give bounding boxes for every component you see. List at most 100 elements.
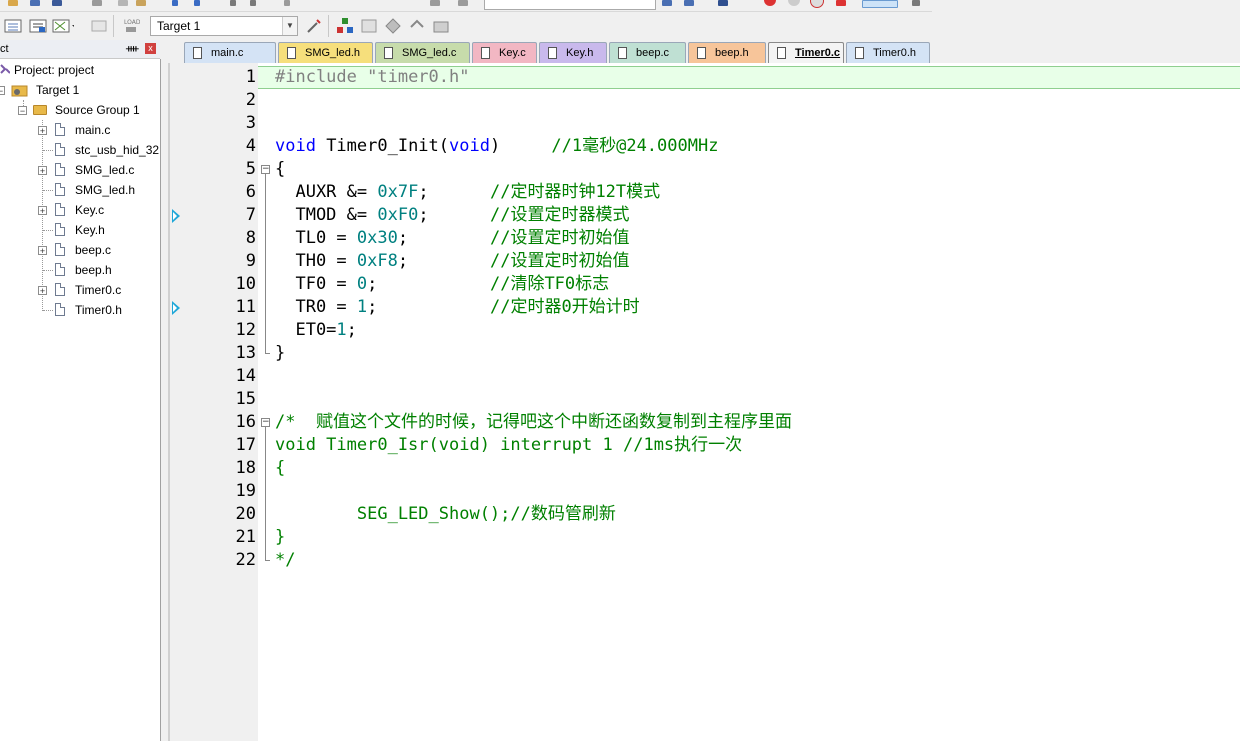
tree-project-root[interactable]: Project: project (0, 60, 160, 80)
find-combo[interactable] (484, 0, 656, 10)
collapse-icon[interactable]: − (18, 106, 27, 116)
tab-key-h[interactable]: Key.h (539, 42, 607, 63)
code-line[interactable]: 2 (168, 89, 1240, 112)
code-line[interactable]: 7 TMOD &= 0xF0; //设置定时器模式 (168, 204, 1240, 227)
nav-forward-icon[interactable] (250, 0, 256, 6)
diamond-icon[interactable] (382, 15, 404, 37)
code-line[interactable]: 20 SEG_LED_Show();//数码管刷新 (168, 503, 1240, 526)
tab-timer0-c[interactable]: Timer0.c (768, 42, 844, 63)
cut-icon[interactable] (92, 0, 102, 6)
collapse-icon[interactable]: − (0, 86, 5, 96)
code-line[interactable]: 15 (168, 388, 1240, 411)
code-line[interactable]: 17 void Timer0_Isr(void) interrupt 1 //1m… (168, 434, 1240, 457)
tab-smg-led-c[interactable]: SMG_led.c (375, 42, 470, 63)
breakpoint-icon[interactable] (788, 0, 800, 6)
code-token: ; (397, 251, 490, 271)
find-icon[interactable] (662, 0, 672, 6)
redo-icon[interactable] (194, 0, 200, 6)
paste-icon[interactable] (136, 0, 146, 6)
search-icon[interactable] (718, 0, 728, 6)
code-token: ; (418, 182, 490, 202)
code-line[interactable]: 14 (168, 365, 1240, 388)
tree-file-item[interactable]: + SMG_led.c (0, 160, 160, 180)
code-text: { (275, 457, 285, 480)
expand-icon[interactable]: + (38, 246, 47, 256)
tab-key-c[interactable]: Key.c (472, 42, 537, 63)
tree-file-item[interactable]: + Timer0.c (0, 280, 160, 300)
debug-icon[interactable] (764, 0, 776, 6)
pack-installer-icon[interactable] (430, 15, 452, 37)
tab-beep-c[interactable]: beep.c (609, 42, 686, 63)
expand-icon[interactable]: + (38, 126, 47, 136)
save-icon[interactable] (52, 0, 62, 6)
arrow-icon[interactable] (406, 15, 428, 37)
settings-icon[interactable] (912, 0, 920, 6)
line-number: 11 (235, 297, 256, 317)
panel-splitter[interactable] (161, 40, 168, 741)
tree-target[interactable]: − Target 1 (0, 80, 160, 100)
code-line[interactable]: 9 TH0 = 0xF8; //设置定时初始值 (168, 250, 1240, 273)
tree-file-item[interactable]: Key.h (0, 220, 160, 240)
code-line[interactable]: 18 { (168, 457, 1240, 480)
download-icon[interactable]: LOAD (120, 15, 142, 37)
comment-icon[interactable] (458, 0, 468, 6)
tree-file-item[interactable]: + beep.c (0, 240, 160, 260)
bookmark-icon[interactable] (284, 0, 290, 6)
expand-icon[interactable]: + (38, 166, 47, 176)
fold-toggle-icon[interactable]: − (261, 418, 270, 427)
bookmark-arrow-icon[interactable] (172, 301, 180, 315)
code-line[interactable]: 3 (168, 112, 1240, 135)
open-file-icon[interactable] (30, 0, 40, 6)
tree-file-item[interactable]: stc_usb_hid_32.l (0, 140, 160, 160)
line-number: 15 (235, 389, 256, 409)
pin-icon[interactable]: ᚓ (126, 40, 139, 58)
build-icon[interactable] (27, 15, 49, 37)
target-select[interactable]: Target 1 ▼ (150, 16, 298, 36)
batch-build-icon[interactable] (88, 15, 110, 37)
close-icon[interactable]: x (145, 43, 156, 54)
code-line[interactable]: 6 AUXR &= 0x7F; //定时器时钟12T模式 (168, 181, 1240, 204)
tree-file-item[interactable]: + main.c (0, 120, 160, 140)
new-file-icon[interactable] (8, 0, 18, 6)
indent-icon[interactable] (430, 0, 440, 6)
tree-group[interactable]: − Source Group 1 (0, 100, 160, 120)
tab-main-c[interactable]: main.c (184, 42, 276, 63)
copy-icon[interactable] (118, 0, 128, 6)
code-line[interactable]: 11 TR0 = 1; //定时器0开始计时 (168, 296, 1240, 319)
undo-icon[interactable] (172, 0, 178, 6)
code-line[interactable]: 1 #include "timer0.h" (168, 66, 1240, 89)
expand-icon[interactable]: + (38, 286, 47, 296)
expand-icon[interactable]: + (38, 206, 47, 216)
manage-project-icon[interactable] (334, 15, 356, 37)
code-line[interactable]: 10 TF0 = 0; //清除TF0标志 (168, 273, 1240, 296)
window-layout-icon[interactable] (862, 0, 898, 8)
tab-beep-h[interactable]: beep.h (688, 42, 766, 63)
code-line[interactable]: 8 TL0 = 0x30; //设置定时初始值 (168, 227, 1240, 250)
code-line[interactable]: 5{ (168, 158, 1240, 181)
file-extensions-icon[interactable] (358, 15, 380, 37)
fold-toggle-icon[interactable]: − (261, 165, 270, 174)
target-options-icon[interactable] (303, 15, 325, 37)
nav-back-icon[interactable] (230, 0, 236, 6)
code-line[interactable]: 16 /* 赋值这个文件的时候，记得吧这个中断还函数复制到主程序里面 (168, 411, 1240, 434)
tree-file-item[interactable]: SMG_led.h (0, 180, 160, 200)
code-line[interactable]: 22 */ (168, 549, 1240, 572)
code-line[interactable]: 21} (168, 526, 1240, 549)
bookmark-arrow-icon[interactable] (172, 209, 180, 223)
kill-breakpoints-icon[interactable] (836, 0, 846, 6)
code-editor[interactable]: 1 #include "timer0.h" 2 3 4 void Timer0_Init(… (168, 63, 1240, 741)
code-line[interactable]: 4 void Timer0_Init(void) //1毫秒@24.000MHz (168, 135, 1240, 158)
tree-file-label: beep.h (75, 263, 112, 277)
tree-file-item[interactable]: Timer0.h (0, 300, 160, 320)
disable-breakpoint-icon[interactable] (810, 0, 824, 8)
rebuild-icon[interactable] (52, 15, 74, 37)
code-line[interactable]: 19 (168, 480, 1240, 503)
tree-file-item[interactable]: + Key.c (0, 200, 160, 220)
translate-icon[interactable] (2, 15, 24, 37)
tab-smg-led-h[interactable]: SMG_led.h (278, 42, 373, 63)
find-in-files-icon[interactable] (684, 0, 694, 6)
tab-timer0-h[interactable]: Timer0.h (846, 42, 930, 63)
code-line[interactable]: 12 ET0=1; (168, 319, 1240, 342)
code-line[interactable]: 13} (168, 342, 1240, 365)
tree-file-item[interactable]: beep.h (0, 260, 160, 280)
